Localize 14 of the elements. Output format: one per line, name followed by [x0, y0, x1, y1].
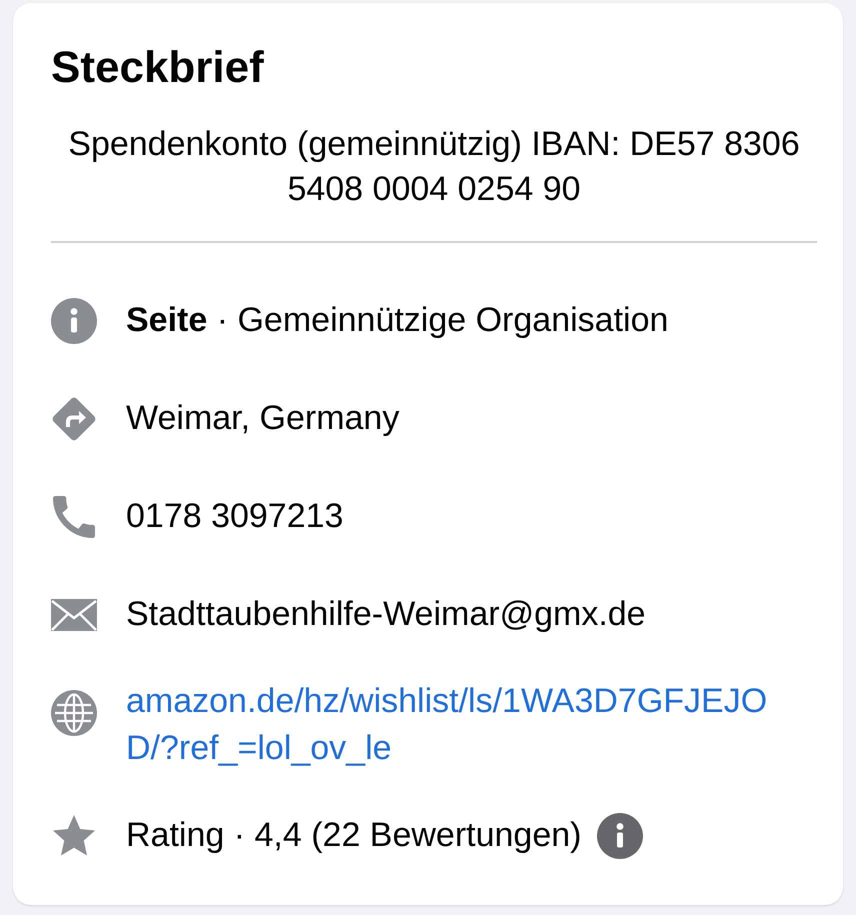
category-text: Seite · Gemeinnützige Organisation: [126, 300, 668, 341]
star-icon: [51, 812, 97, 858]
info-icon: [51, 298, 97, 344]
location-text: Weimar, Germany: [126, 398, 400, 439]
website-link[interactable]: amazon.de/hz/wishlist/ls/1WA3D7GFJEJOD/?ref_=lol_ov_le: [126, 678, 778, 772]
section-title: Steckbrief: [51, 42, 265, 94]
description-text: Spendenkonto (gemeinnützig) IBAN: DE57 8306 5408 0004 0254 90: [67, 124, 801, 210]
phone-number: 0178 3097213: [126, 496, 344, 537]
phone-icon: [53, 496, 95, 538]
rating-text: Rating · 4,4 (22 Bewertungen): [126, 815, 582, 856]
info-icon[interactable]: [597, 812, 644, 858]
globe-icon: [51, 690, 97, 736]
envelope-icon: [51, 598, 97, 630]
email-address: Stadttaubenhilfe-Weimar@gmx.de: [126, 594, 646, 635]
